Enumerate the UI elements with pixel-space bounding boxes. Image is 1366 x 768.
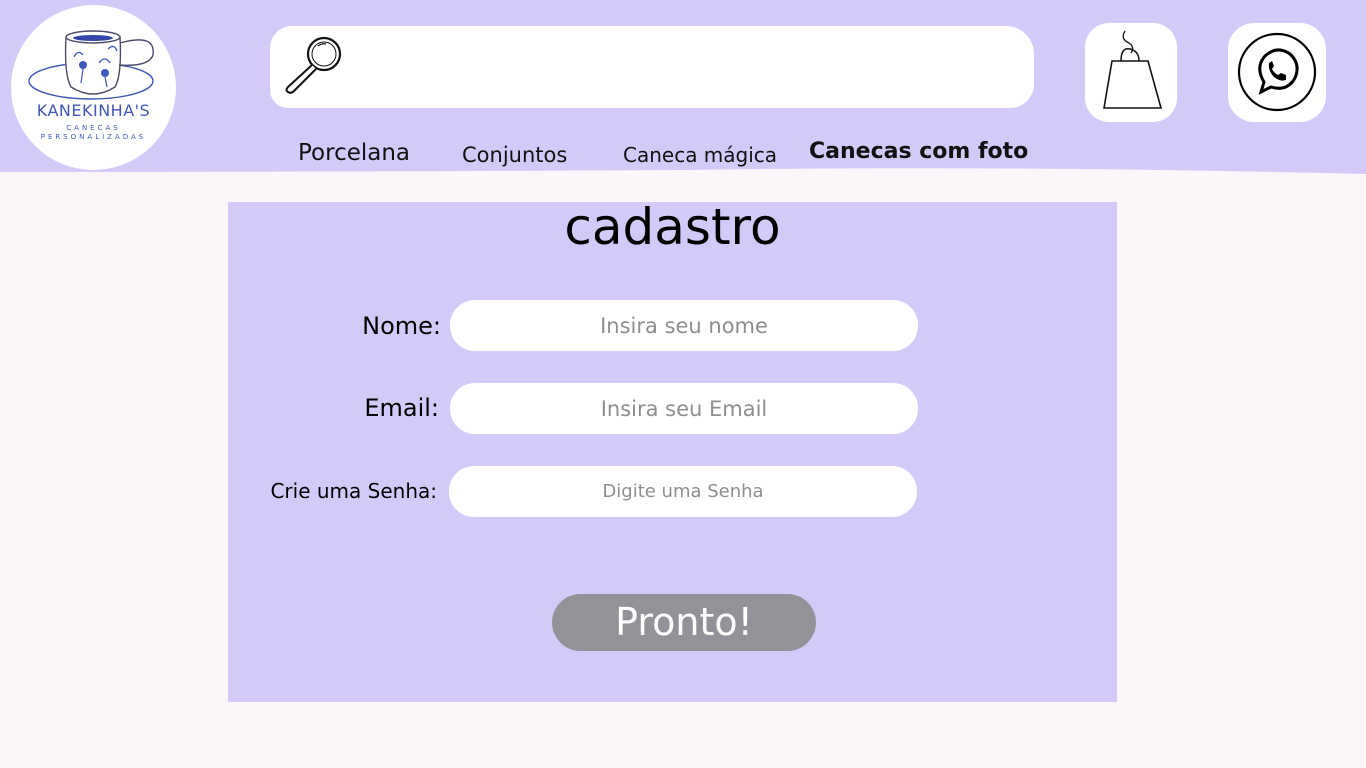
magnifier-icon[interactable] — [282, 34, 346, 94]
site-header: KANEKINHA'S CANECAS PERSONALIZADAS Porce… — [0, 0, 1366, 174]
whatsapp-icon — [1237, 32, 1317, 112]
submit-button[interactable]: Pronto! — [552, 594, 816, 651]
password-label: Crie uma Senha: — [270, 479, 437, 503]
name-label: Nome: — [362, 312, 441, 340]
shopping-bag-icon — [1103, 30, 1163, 109]
nav-item-canecas-com-foto[interactable]: Canecas com foto — [809, 139, 1028, 164]
logo-brand-name: KANEKINHA'S — [36, 101, 151, 120]
search-bar[interactable] — [270, 26, 1034, 108]
logo-tagline-line2: PERSONALIZADAS — [40, 133, 147, 141]
email-input[interactable] — [450, 383, 918, 434]
nav-item-caneca-magica[interactable]: Caneca mágica — [623, 143, 777, 167]
nav-item-porcelana[interactable]: Porcelana — [298, 140, 410, 166]
logo-tagline-line1: CANECAS — [66, 124, 121, 132]
form-title: cadastro — [564, 198, 781, 256]
teacup-icon — [28, 30, 154, 100]
cart-button[interactable] — [1085, 23, 1177, 122]
logo[interactable]: KANEKINHA'S CANECAS PERSONALIZADAS — [11, 5, 176, 170]
name-input[interactable] — [450, 300, 918, 351]
nav-item-conjuntos[interactable]: Conjuntos — [462, 143, 567, 167]
email-label: Email: — [364, 394, 439, 422]
whatsapp-button[interactable] — [1228, 23, 1326, 122]
signup-form-panel: cadastro Nome: Email: Crie uma Senha: Pr… — [228, 198, 1117, 702]
password-input[interactable] — [449, 466, 917, 517]
